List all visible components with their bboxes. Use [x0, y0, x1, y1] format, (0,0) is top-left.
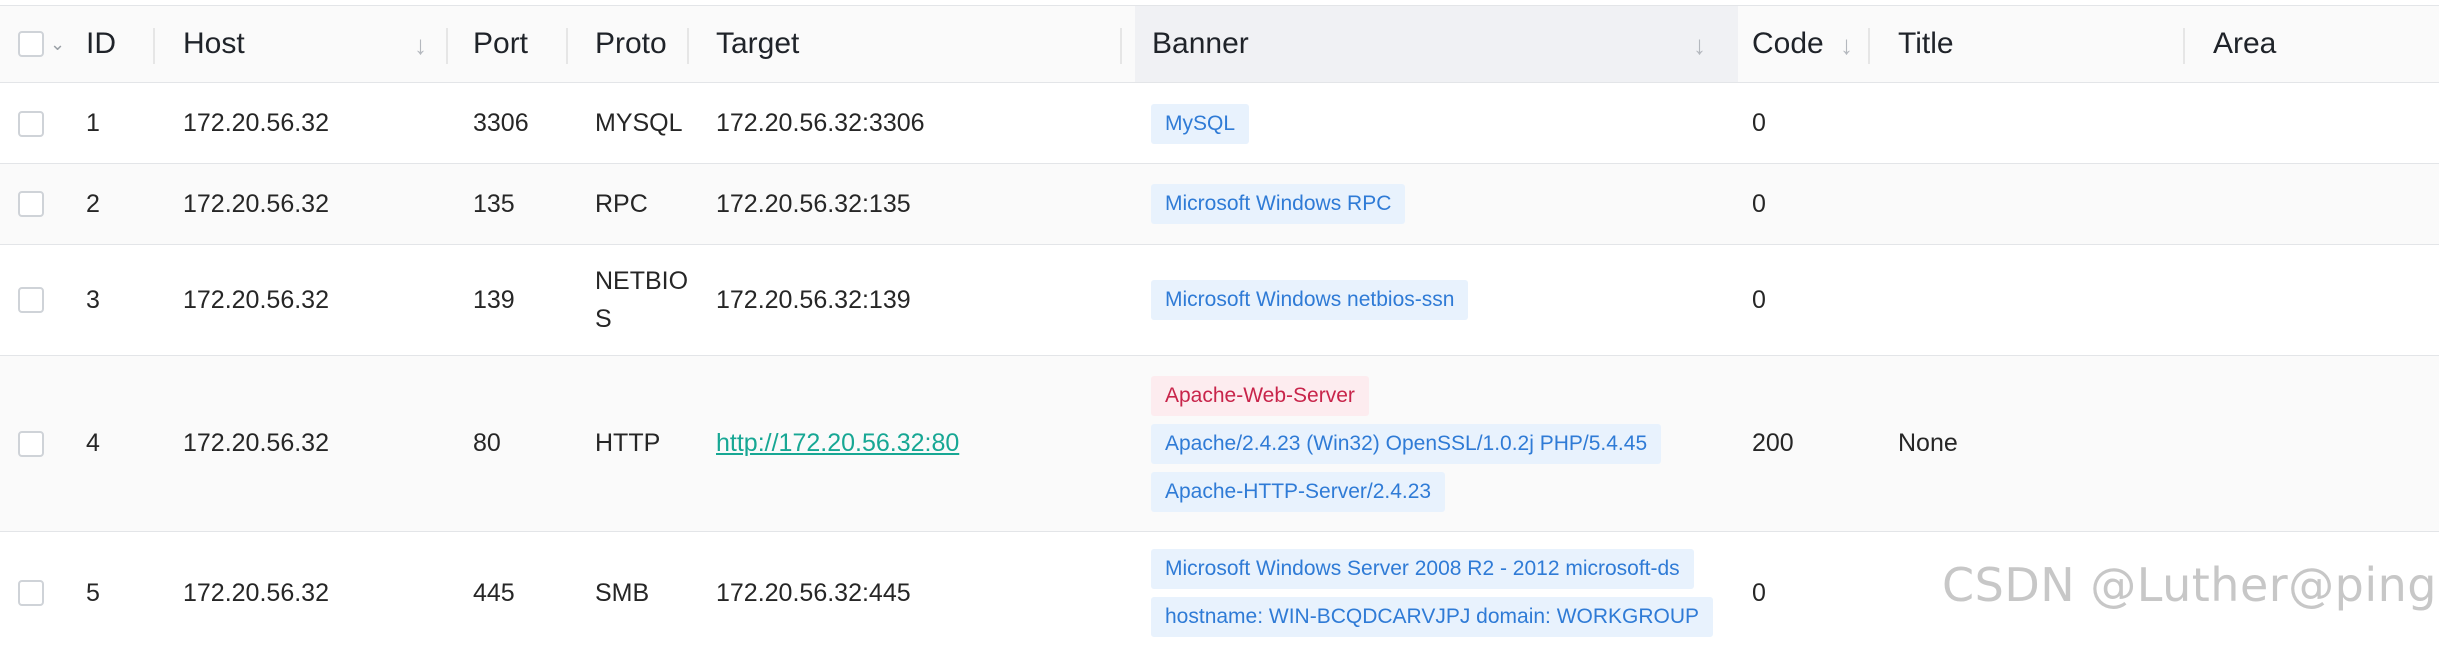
cell-code: 200: [1752, 429, 1794, 457]
cell-host: 172.20.56.32: [183, 285, 329, 314]
cell-host: 172.20.56.32: [183, 578, 329, 607]
row-checkbox-wrap[interactable]: [18, 164, 44, 244]
cell-host: 172.20.56.32: [183, 189, 329, 218]
cell-id: 4: [86, 429, 100, 457]
column-header-host[interactable]: Host: [183, 6, 245, 82]
cell-proto: NETBIO S: [595, 245, 688, 355]
cell-banner: Apache-Web-Server Apache/2.4.23 (Win32) …: [1151, 356, 1662, 531]
banner-tag[interactable]: MySQL: [1151, 103, 1250, 144]
row-checkbox-wrap[interactable]: [18, 245, 44, 355]
target-link[interactable]: http://172.20.56.32:80: [716, 429, 959, 458]
cell-code: 0: [1752, 285, 1766, 314]
select-all-checkbox-wrap[interactable]: ⌄: [18, 6, 65, 82]
cell-port: 445: [473, 578, 515, 607]
column-header-code[interactable]: Code: [1752, 6, 1824, 82]
banner-tag[interactable]: Apache-Web-Server: [1151, 375, 1369, 416]
cell-banner: Microsoft Windows netbios-ssn: [1151, 245, 1469, 355]
cell-proto: MYSQL: [595, 109, 683, 137]
column-header-id[interactable]: ID: [86, 6, 116, 82]
cell-proto: SMB: [595, 578, 650, 607]
row-checkbox[interactable]: [18, 110, 44, 137]
banner-tag[interactable]: hostname: WIN-BCQDCARVJPJ domain: WORKGR…: [1151, 597, 1714, 637]
column-divider[interactable]: [1868, 28, 1870, 64]
cell-code: 0: [1752, 189, 1766, 218]
table-row[interactable]: 4 172.20.56.32 80 HTTP http://172.20.56.…: [0, 356, 2439, 532]
column-header-port[interactable]: Port: [473, 6, 528, 82]
cell-host: 172.20.56.32: [183, 429, 329, 457]
banner-tag[interactable]: Microsoft Windows RPC: [1151, 184, 1406, 224]
column-divider[interactable]: [1120, 28, 1122, 64]
cell-title: None: [1898, 429, 1958, 457]
cell-target: 172.20.56.32:3306: [716, 109, 925, 137]
row-checkbox-wrap[interactable]: [18, 356, 44, 531]
proto-line: S: [595, 305, 612, 333]
row-checkbox-wrap[interactable]: [18, 84, 44, 163]
cell-host: 172.20.56.32: [183, 109, 329, 137]
cell-id: 3: [86, 285, 100, 314]
arrow-down-icon[interactable]: ↓: [414, 30, 427, 61]
table-row[interactable]: 1 172.20.56.32 3306 MYSQL 172.20.56.32:3…: [0, 84, 2439, 164]
cell-id: 2: [86, 189, 100, 218]
cell-code: 0: [1752, 578, 1766, 607]
column-header-title[interactable]: Title: [1898, 6, 1954, 82]
table-row[interactable]: 3 172.20.56.32 139 NETBIO S 172.20.56.32…: [0, 245, 2439, 356]
banner-tag[interactable]: Apache/2.4.23 (Win32) OpenSSL/1.0.2j PHP…: [1151, 423, 1662, 464]
watermark-text: CSDN @Luther@ping: [1942, 558, 2437, 612]
row-checkbox-wrap[interactable]: [18, 532, 44, 654]
cell-banner: MySQL: [1151, 84, 1250, 163]
column-header-area[interactable]: Area: [2213, 6, 2276, 82]
cell-target: 172.20.56.32:139: [716, 285, 911, 314]
column-divider[interactable]: [2183, 28, 2185, 64]
cell-port: 3306: [473, 109, 529, 137]
table-header: ⌄ ID Host ↓ Port Proto Target Banner ↓ C…: [0, 5, 2439, 83]
arrow-down-icon[interactable]: ↓: [1693, 30, 1706, 61]
cell-target: 172.20.56.32:445: [716, 578, 911, 607]
cell-id: 5: [86, 578, 100, 607]
cell-target: 172.20.56.32:135: [716, 189, 911, 218]
cell-id: 1: [86, 109, 100, 137]
select-all-checkbox[interactable]: [18, 31, 44, 57]
cell-port: 80: [473, 429, 501, 457]
column-divider[interactable]: [566, 28, 568, 64]
row-checkbox[interactable]: [18, 580, 44, 606]
cell-port: 139: [473, 285, 515, 314]
banner-tag[interactable]: Microsoft Windows Server 2008 R2 - 2012 …: [1151, 549, 1694, 589]
proto-line: NETBIO: [595, 267, 689, 295]
row-checkbox[interactable]: [18, 191, 44, 217]
column-header-target[interactable]: Target: [716, 6, 799, 82]
cell-proto: RPC: [595, 189, 648, 218]
arrow-down-icon[interactable]: ↓: [1840, 30, 1853, 61]
cell-proto: HTTP: [595, 429, 661, 457]
chevron-down-icon[interactable]: ⌄: [50, 34, 65, 55]
table-row[interactable]: 2 172.20.56.32 135 RPC 172.20.56.32:135 …: [0, 164, 2439, 245]
cell-code: 0: [1752, 109, 1766, 137]
row-checkbox[interactable]: [18, 430, 44, 457]
row-checkbox[interactable]: [18, 287, 44, 313]
cell-port: 135: [473, 189, 515, 218]
cell-banner: Microsoft Windows RPC: [1151, 164, 1406, 244]
banner-tag[interactable]: Microsoft Windows netbios-ssn: [1151, 280, 1469, 320]
column-divider[interactable]: [446, 28, 448, 64]
banner-tag[interactable]: Apache-HTTP-Server/2.4.23: [1151, 471, 1446, 512]
column-divider[interactable]: [687, 28, 689, 64]
column-divider[interactable]: [153, 28, 155, 64]
column-header-proto[interactable]: Proto: [595, 6, 667, 82]
cell-target: http://172.20.56.32:80: [716, 356, 959, 531]
cell-banner: Microsoft Windows Server 2008 R2 - 2012 …: [1151, 532, 1714, 654]
column-header-banner[interactable]: Banner: [1152, 6, 1249, 82]
